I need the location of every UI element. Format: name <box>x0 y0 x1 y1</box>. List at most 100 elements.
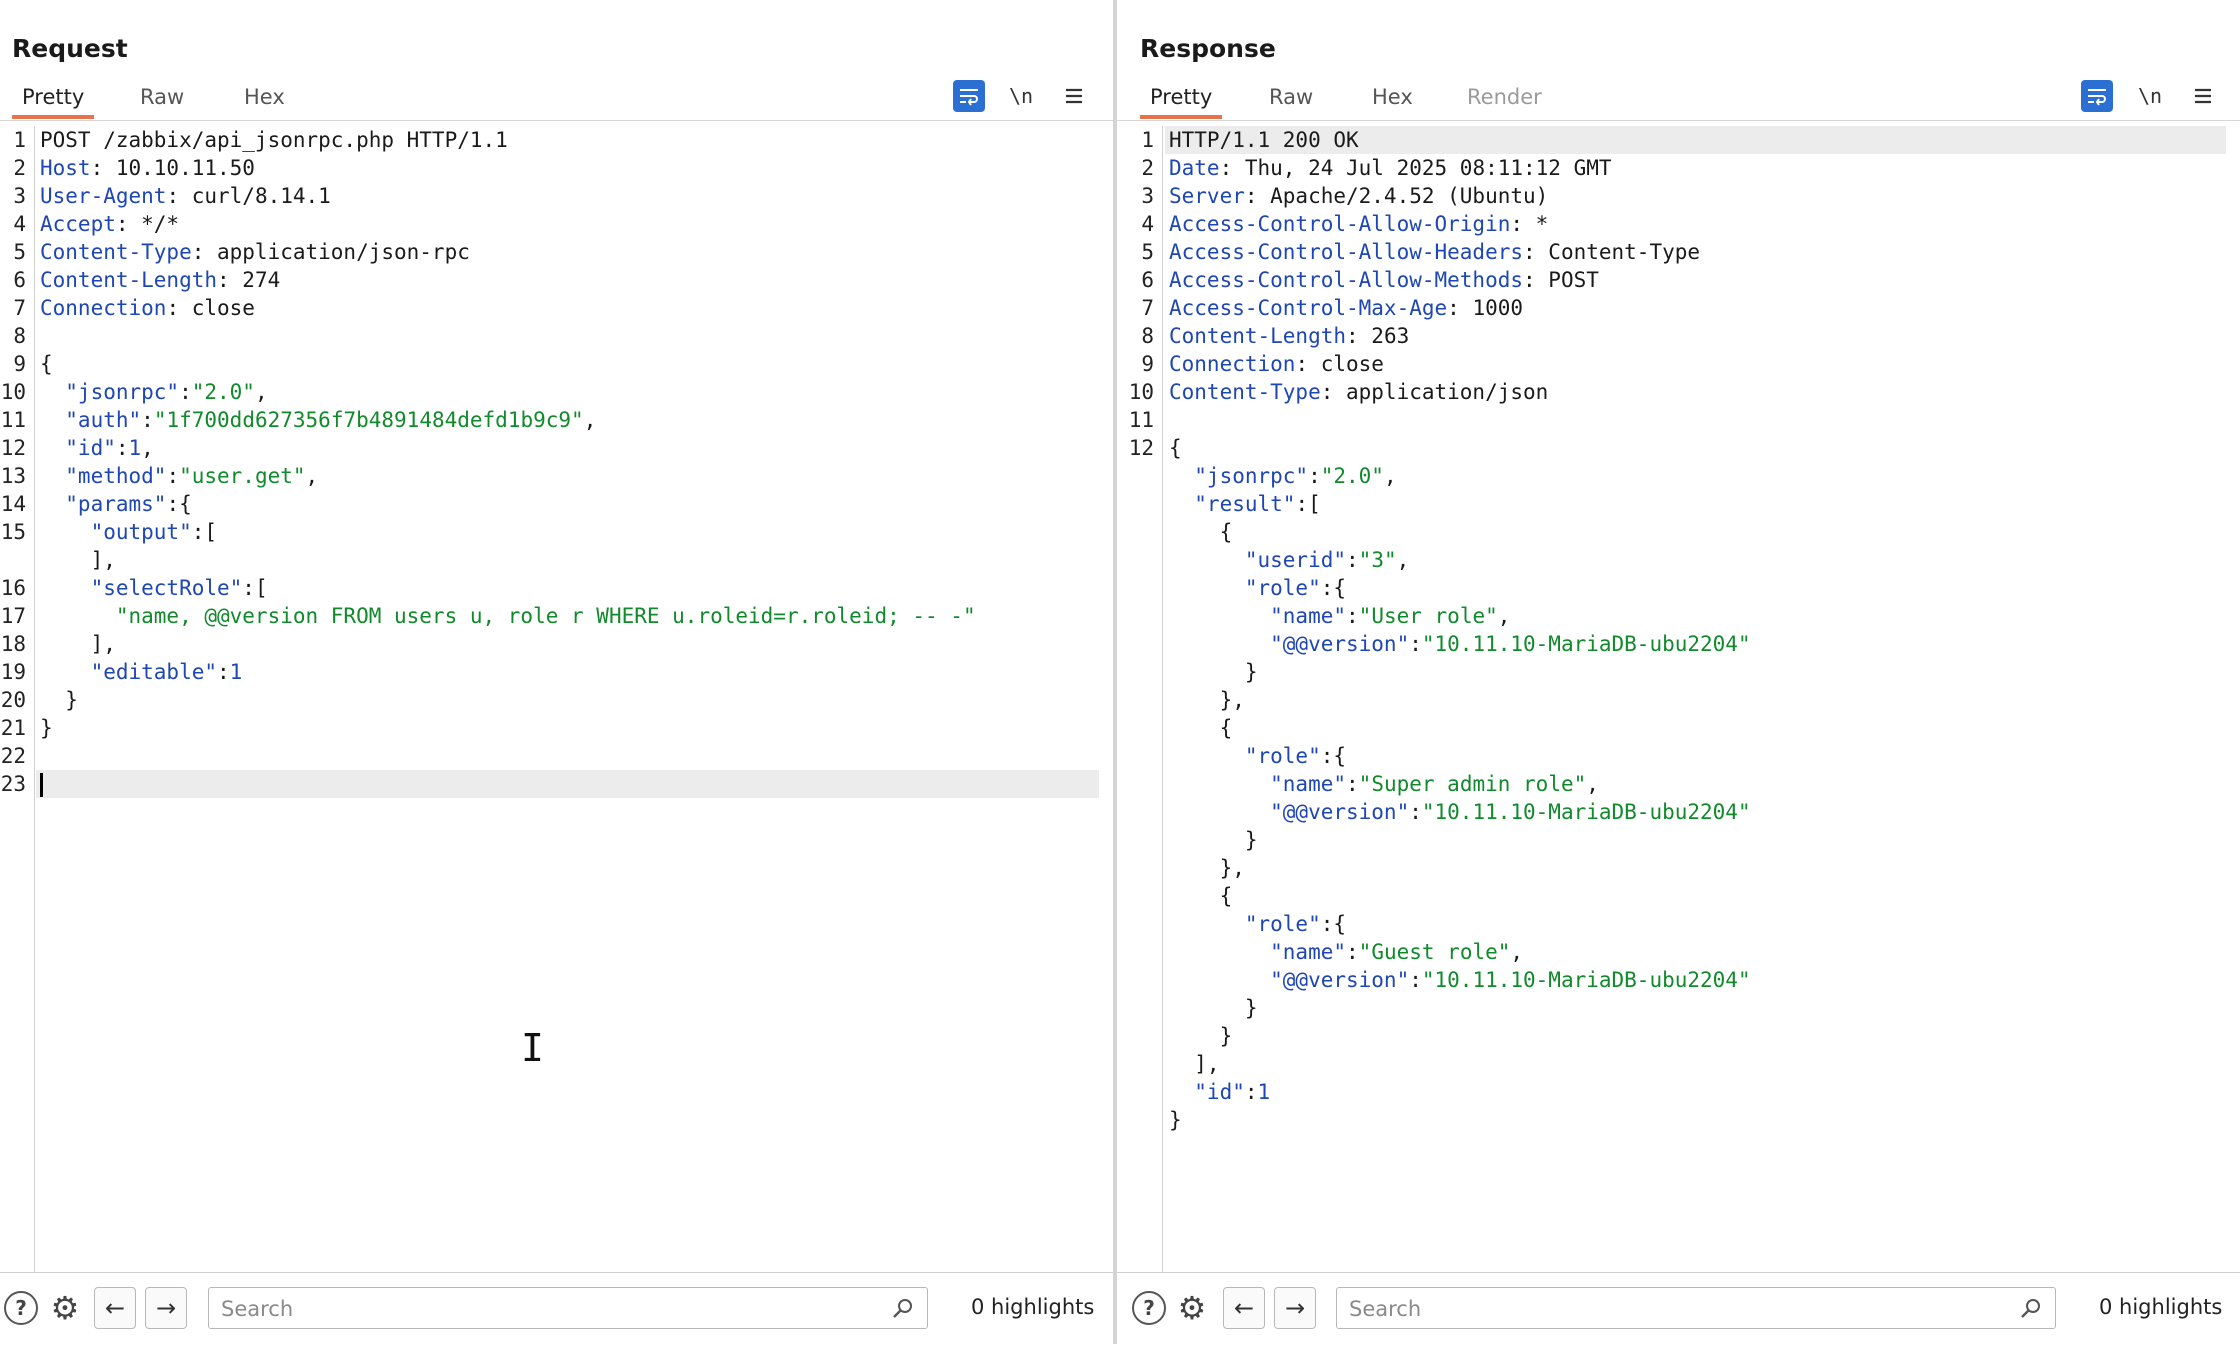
gear-icon[interactable]: ⚙ <box>46 1289 84 1327</box>
code-token: :[ <box>191 520 218 544</box>
code-text: HTTP/1.1 200 OK <box>1169 126 1359 154</box>
code-text: { <box>1169 434 1182 462</box>
code-line: "@@version":"10.11.10-MariaDB-ubu2204" <box>1165 630 2226 658</box>
tab-raw[interactable]: Raw <box>130 82 194 119</box>
code-token: "3" <box>1358 548 1397 572</box>
tab-render[interactable]: Render <box>1457 82 1552 119</box>
response-editor[interactable]: 1 HTTP/1.1 200 OK 2 Date: Thu, 24 Jul 2025 … <box>1117 126 2240 1272</box>
code-line: 16 "selectRole":[ <box>1 574 1099 602</box>
code-token: { <box>1169 436 1182 460</box>
code-token: :[ <box>1295 492 1321 516</box>
search-input[interactable] <box>219 1294 881 1324</box>
code-text: Content-Type: application/json-rpc <box>40 238 470 266</box>
code-text: Accept: */* <box>40 210 179 238</box>
code-token: : Content-Type <box>1523 240 1701 264</box>
code-token: User-Agent <box>40 184 167 208</box>
code-token: : */* <box>115 212 180 236</box>
code-text <box>40 770 43 798</box>
line-number: 21 <box>0 716 26 740</box>
code-token: "params" <box>40 492 167 516</box>
code-token: HTTP/1.1 200 OK <box>1169 128 1359 152</box>
line-number: 11 <box>1128 408 1154 432</box>
show-newlines-button[interactable]: \n <box>1005 80 1037 112</box>
code-line: "role":{ <box>1165 742 2226 770</box>
line-number: 11 <box>0 408 26 432</box>
line-number: 1 <box>13 128 26 152</box>
tab-hex[interactable]: Hex <box>1362 82 1423 119</box>
show-newlines-button[interactable]: \n <box>2134 80 2166 112</box>
code-text: "id":1, <box>40 434 154 462</box>
next-match-button[interactable]: → <box>1274 1287 1316 1329</box>
code-text: "method":"user.get", <box>40 462 318 490</box>
search-input[interactable] <box>1347 1294 2009 1324</box>
code-line: 9 Connection: close <box>1141 350 2226 378</box>
wrap-lines-button[interactable] <box>2081 80 2113 112</box>
code-token: "method" <box>40 464 167 488</box>
code-line: 2 Date: Thu, 24 Jul 2025 08:11:12 GMT <box>1141 154 2226 182</box>
help-icon[interactable]: ? <box>4 1291 38 1325</box>
code-token: : application/json <box>1320 380 1549 404</box>
code-line: 5 Access-Control-Allow-Headers: Content-T… <box>1141 238 2226 266</box>
code-token: ], <box>40 632 116 656</box>
request-editor[interactable]: 1 POST /zabbix/api_jsonrpc.php HTTP/1.1 2 H… <box>0 126 1113 1272</box>
code-token: : <box>1346 940 1359 964</box>
code-text: "jsonrpc":"2.0", <box>1169 462 1396 490</box>
code-token: : <box>1346 772 1359 796</box>
wrap-lines-icon <box>960 89 978 106</box>
code-line: 12 "id":1, <box>1 434 1099 462</box>
code-token: "name, @@version FROM users u, role r WH… <box>40 604 976 628</box>
help-icon[interactable]: ? <box>1132 1291 1166 1325</box>
code-token: { <box>1169 520 1233 544</box>
code-token: { <box>1169 716 1233 740</box>
tab-pretty[interactable]: Pretty <box>12 82 95 119</box>
gear-icon[interactable]: ⚙ <box>1173 1289 1211 1327</box>
code-text: "role":{ <box>1169 574 1346 602</box>
tab-pretty[interactable]: Pretty <box>1140 82 1223 119</box>
line-number: 5 <box>1141 240 1154 264</box>
code-token: "jsonrpc" <box>40 380 180 404</box>
pane-menu-button[interactable] <box>1058 80 1090 112</box>
code-token: POST /zabbix/api_jsonrpc.php HTTP/1.1 <box>40 128 508 152</box>
code-token: Content-Type <box>40 240 192 264</box>
wrap-lines-icon <box>2088 89 2106 106</box>
code-token: : 274 <box>217 268 281 292</box>
code-token: , <box>254 380 268 404</box>
tab-hex[interactable]: Hex <box>234 82 295 119</box>
code-line: "userid":"3", <box>1165 546 2226 574</box>
response-title: Response <box>1140 34 1276 63</box>
code-token: : <box>1308 464 1321 488</box>
code-line: 6 Content-Length: 274 <box>13 266 1099 294</box>
code-token: }, <box>1169 856 1245 880</box>
code-text: ], <box>40 630 116 658</box>
code-line: } <box>1165 658 2226 686</box>
menu-icon <box>1066 88 1082 104</box>
code-line: 23 <box>1 770 1099 798</box>
code-text: "id":1 <box>1169 1078 1270 1106</box>
code-token: 1 <box>229 660 243 684</box>
search-box <box>208 1287 928 1329</box>
code-token: : Apache/2.4.52 (Ubuntu) <box>1244 184 1549 208</box>
code-token: "auth" <box>40 408 142 432</box>
previous-match-button[interactable]: ← <box>1223 1287 1265 1329</box>
next-match-button[interactable]: → <box>145 1287 187 1329</box>
code-token: "1f700dd627356f7b4891484defd1b9c9" <box>153 408 584 432</box>
previous-match-button[interactable]: ← <box>94 1287 136 1329</box>
search-icon[interactable] <box>2019 1296 2043 1320</box>
code-token: : 263 <box>1346 324 1410 348</box>
code-text: { <box>40 350 53 378</box>
code-token: "10.11.10-MariaDB-ubu2204" <box>1421 968 1751 992</box>
pane-menu-button[interactable] <box>2187 80 2219 112</box>
code-token: :[ <box>242 576 268 600</box>
code-token: Connection <box>40 296 167 320</box>
search-icon[interactable] <box>891 1296 915 1320</box>
line-number: 10 <box>0 380 26 404</box>
code-text: Server: Apache/2.4.52 (Ubuntu) <box>1169 182 1548 210</box>
code-token: }, <box>1169 688 1245 712</box>
code-line: 20 } <box>1 686 1099 714</box>
code-line: "name":"Guest role", <box>1165 938 2226 966</box>
line-number: 2 <box>1141 156 1154 180</box>
code-line: 17 "name, @@version FROM users u, role r… <box>1 602 1099 630</box>
code-text: { <box>1169 714 1233 742</box>
wrap-lines-button[interactable] <box>953 80 985 112</box>
tab-raw[interactable]: Raw <box>1259 82 1323 119</box>
